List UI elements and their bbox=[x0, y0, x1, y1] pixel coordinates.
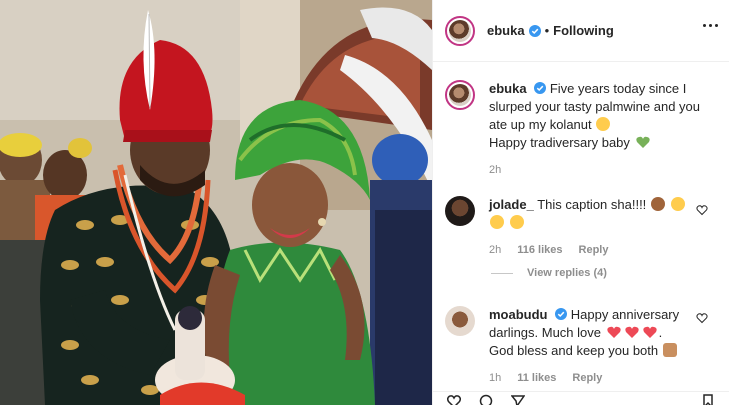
red-heart-emoji-icon bbox=[624, 326, 639, 338]
author-avatar[interactable] bbox=[445, 15, 475, 46]
comment-text: jolade_ This caption sha!!!! bbox=[489, 196, 709, 232]
author-info: ebuka • Following bbox=[487, 23, 614, 38]
comment-likes[interactable]: 116 likes bbox=[517, 241, 562, 259]
comment-reply-button[interactable]: Reply bbox=[572, 369, 602, 387]
view-replies-line bbox=[491, 272, 513, 274]
comment-likes[interactable]: 11 likes bbox=[517, 369, 556, 387]
heart-outline-icon[interactable] bbox=[696, 204, 708, 216]
comment-meta: 1h 11 likes Reply bbox=[489, 369, 709, 387]
share-icon[interactable] bbox=[511, 394, 525, 405]
red-heart-emoji-icon bbox=[606, 326, 621, 338]
caption-time: 2h bbox=[489, 164, 502, 176]
post-photo[interactable] bbox=[0, 0, 432, 405]
comment-username[interactable]: moabudu bbox=[489, 307, 548, 322]
post-action-bar bbox=[433, 391, 729, 405]
more-options-icon[interactable] bbox=[703, 24, 718, 27]
bookmark-icon[interactable] bbox=[701, 394, 715, 405]
comment-row: moabudu Happy anniversary darlings. Much… bbox=[445, 306, 709, 387]
see-no-evil-monkey-emoji-icon bbox=[650, 197, 665, 211]
verified-badge-icon bbox=[534, 82, 547, 94]
weary-face-emoji-icon bbox=[670, 197, 685, 211]
red-heart-emoji-icon bbox=[642, 326, 657, 338]
caption-text: ebuka Five years today since I slurped y… bbox=[489, 80, 711, 152]
comment-avatar[interactable] bbox=[445, 196, 475, 226]
heart-outline-icon[interactable] bbox=[696, 312, 708, 324]
follow-separator: • bbox=[544, 23, 550, 38]
folded-hands-emoji-icon bbox=[662, 343, 677, 357]
caption-body: ebuka Five years today since I slurped y… bbox=[489, 80, 711, 179]
green-heart-emoji-icon bbox=[635, 136, 650, 148]
verified-badge-icon bbox=[555, 308, 568, 320]
author-username[interactable]: ebuka bbox=[487, 23, 525, 38]
caption-meta: 2h bbox=[489, 161, 711, 179]
comment-time: 1h bbox=[489, 372, 502, 384]
post-side-panel: ebuka • Following ebuka Five years today… bbox=[432, 0, 729, 405]
following-button[interactable]: Following bbox=[553, 23, 614, 38]
comment-text: moabudu Happy anniversary darlings. Much… bbox=[489, 307, 680, 358]
comment-icon[interactable] bbox=[479, 394, 493, 405]
wedding-photo-illustration bbox=[0, 0, 432, 405]
view-replies-label: View replies (4) bbox=[527, 267, 607, 279]
grinning-sweat-emoji-icon bbox=[509, 215, 524, 229]
comment-message-line-2: God bless and keep you both bbox=[489, 343, 659, 358]
comment-message: This caption sha!!!! bbox=[537, 197, 647, 212]
caption-line-2: Happy tradiversary baby bbox=[489, 135, 630, 150]
caption-row: ebuka Five years today since I slurped y… bbox=[445, 80, 711, 179]
caption-avatar[interactable] bbox=[445, 80, 475, 110]
instagram-post: ebuka • Following ebuka Five years today… bbox=[0, 0, 729, 405]
comment-username[interactable]: jolade_ bbox=[489, 197, 534, 212]
comment-body: jolade_ This caption sha!!!! 2h 116 like… bbox=[489, 196, 709, 259]
comment-time: 2h bbox=[489, 244, 502, 256]
post-header: ebuka • Following bbox=[433, 0, 729, 62]
comment-meta: 2h 116 likes Reply bbox=[489, 241, 709, 259]
view-replies-button[interactable]: View replies (4) bbox=[491, 267, 607, 279]
comments-list[interactable]: ebuka Five years today since I slurped y… bbox=[433, 62, 729, 405]
comment-body: moabudu Happy anniversary darlings. Much… bbox=[489, 306, 709, 387]
comment-row: jolade_ This caption sha!!!! 2h 116 like… bbox=[445, 196, 709, 259]
caption-username[interactable]: ebuka bbox=[489, 81, 527, 96]
comment-reply-button[interactable]: Reply bbox=[579, 241, 609, 259]
heart-outline-icon[interactable] bbox=[447, 394, 461, 405]
smiling-face-emoji-icon bbox=[596, 117, 611, 131]
comment-avatar[interactable] bbox=[445, 306, 475, 336]
verified-badge-icon bbox=[528, 24, 541, 37]
heart-eyes-emoji-icon bbox=[490, 215, 504, 229]
